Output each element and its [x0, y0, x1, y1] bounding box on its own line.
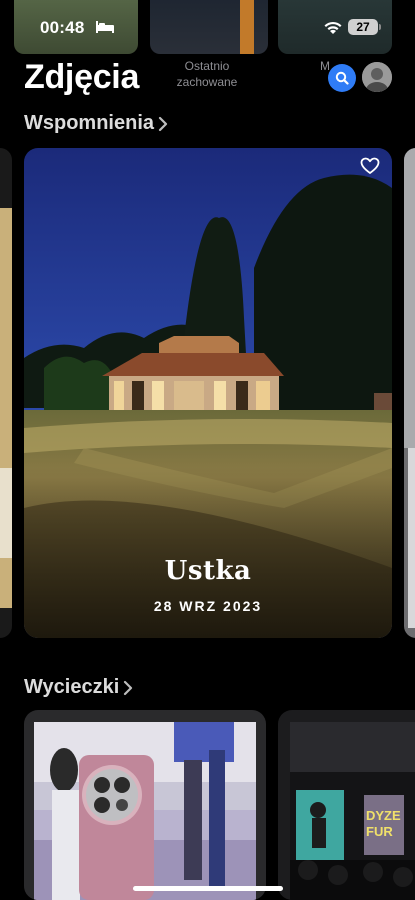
trip-card-2[interactable]: DYZE FUR — [278, 710, 415, 900]
svg-text:DYZE: DYZE — [366, 808, 401, 823]
svg-text:FUR: FUR — [366, 824, 393, 839]
status-bar: 00:48 27 — [0, 0, 415, 56]
memories-section-title: Wspomnienia — [24, 112, 155, 134]
status-time: 00:48 — [40, 18, 85, 37]
battery-nub — [379, 24, 381, 30]
trip-photo-2: DYZE FUR — [290, 722, 415, 900]
wifi-icon — [324, 21, 342, 34]
trip-photo-1 — [34, 722, 256, 900]
memories-section-header[interactable]: Wspomnienia — [24, 112, 168, 135]
trips-section-header[interactable]: Wycieczki — [24, 676, 133, 699]
search-button[interactable] — [328, 64, 356, 92]
search-icon — [335, 71, 349, 85]
home-indicator[interactable] — [133, 886, 283, 891]
memory-date: 28 WRZ 2023 — [153, 598, 263, 614]
sleep-focus-icon — [96, 21, 114, 33]
trips-section-title: Wycieczki — [24, 676, 120, 698]
memory-title: Ustka — [164, 556, 252, 586]
profile-avatar[interactable] — [362, 62, 392, 92]
page-title: Zdjęcia — [24, 58, 140, 96]
battery-indicator: 27 — [348, 19, 378, 35]
memory-card-previous[interactable] — [0, 148, 12, 638]
trip-card-1[interactable] — [24, 710, 266, 900]
album-label-recent-saved: Ostatnio zachowane — [176, 59, 238, 89]
avatar-image — [362, 62, 392, 92]
chevron-right-icon — [158, 116, 168, 131]
memory-card-next[interactable] — [404, 148, 415, 638]
chevron-right-icon — [124, 680, 133, 695]
favorite-heart-icon[interactable] — [360, 157, 380, 175]
